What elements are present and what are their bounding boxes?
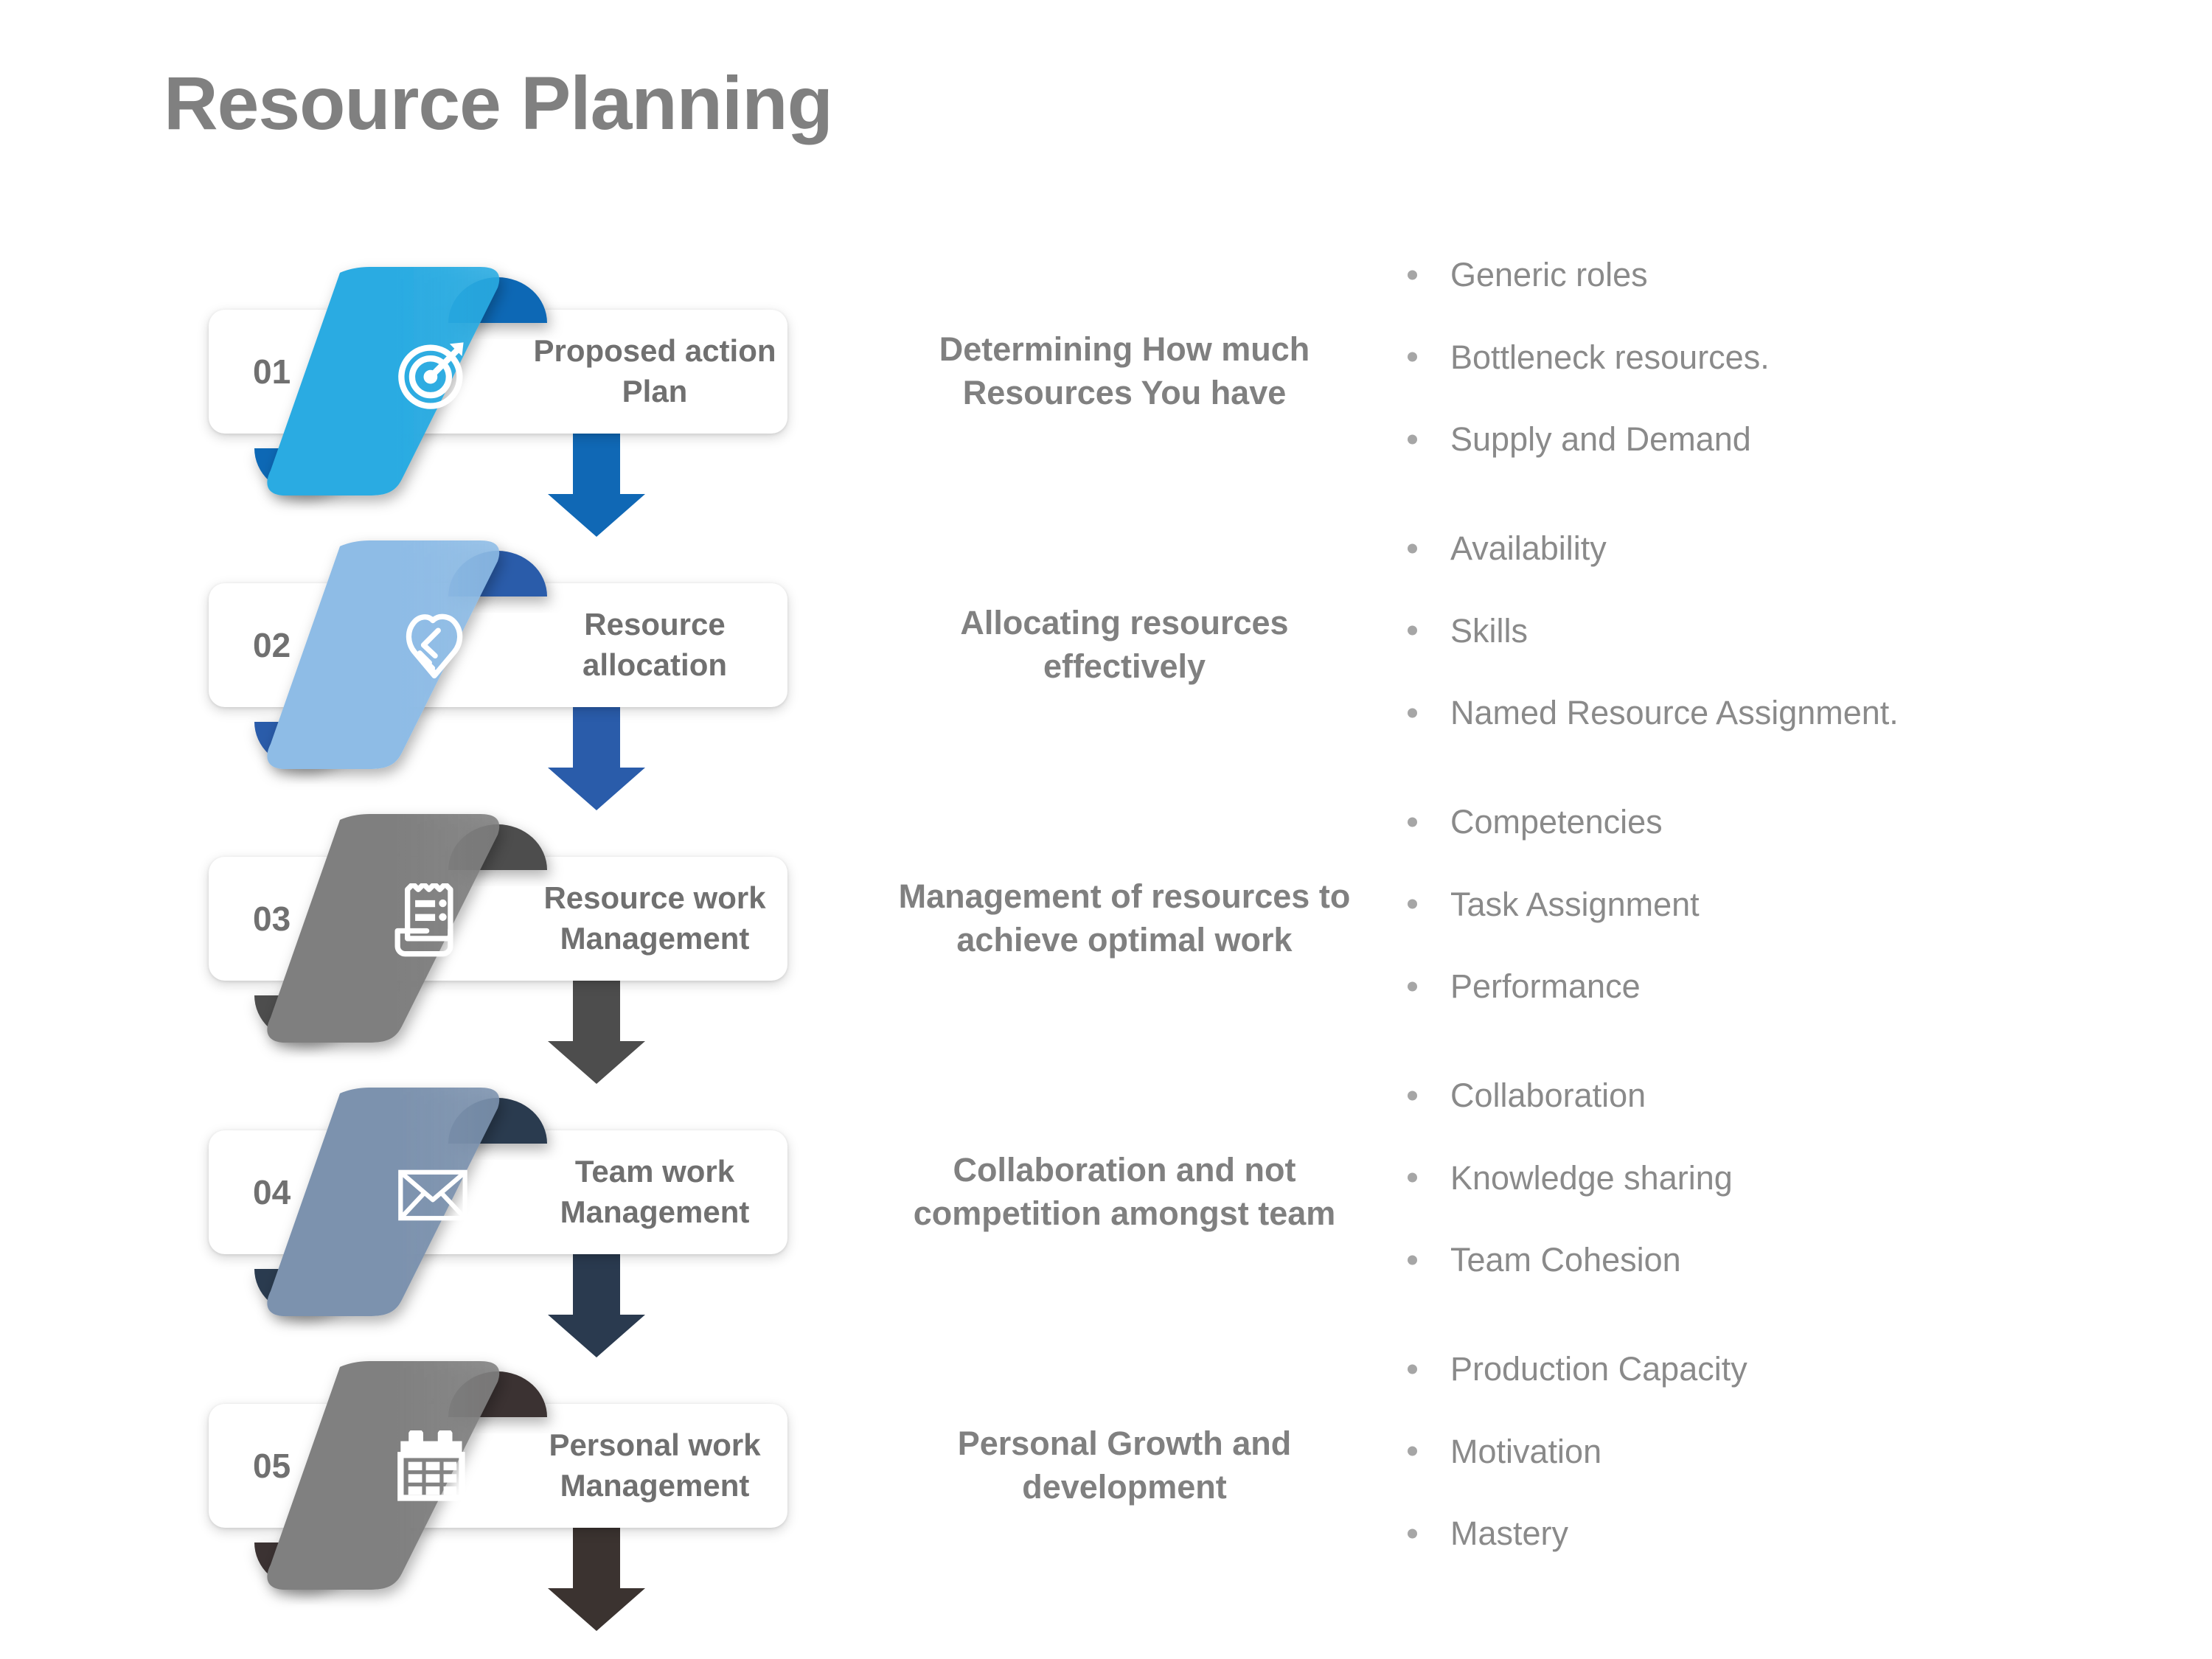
receipt-icon bbox=[394, 883, 453, 957]
bullet-item: Availability bbox=[1405, 530, 2171, 567]
calendar-icon bbox=[397, 1430, 465, 1501]
step-label: Team work Management bbox=[560, 1154, 750, 1229]
step-row: 01 Proposed action Plan Determining How m… bbox=[0, 257, 2212, 545]
step-label: Resource work Management bbox=[543, 880, 766, 956]
step-label: Personal work Management bbox=[549, 1427, 761, 1503]
bullet-item: Supply and Demand bbox=[1405, 421, 2171, 458]
bullet-dot-icon bbox=[1408, 543, 1417, 554]
step-down-arrow bbox=[544, 1525, 649, 1631]
down-arrow-icon bbox=[548, 1525, 645, 1631]
step-bullet-list: Production Capacity Motivation Mastery bbox=[1405, 1351, 2171, 1552]
step-row: 02 Resource allocation Allocating resourc… bbox=[0, 530, 2212, 818]
bullet-dot-icon bbox=[1408, 352, 1417, 362]
step-description: Collaboration and not competition amongs… bbox=[913, 1150, 1336, 1232]
bullet-dot-icon bbox=[1408, 1528, 1417, 1539]
receipt-icon bbox=[394, 883, 471, 960]
bullet-text: Competencies bbox=[1450, 803, 1663, 841]
bullet-text: Mastery bbox=[1450, 1514, 1569, 1552]
step-row: 05 Personal work Management Personal Gro… bbox=[0, 1351, 2212, 1639]
step-label: Resource allocation bbox=[582, 607, 728, 682]
bullet-item: Mastery bbox=[1405, 1515, 2171, 1552]
down-arrow-icon bbox=[548, 431, 645, 537]
page-title: Resource Planning bbox=[164, 61, 833, 145]
step-row: 04 Team work Management Collaboration and… bbox=[0, 1077, 2212, 1366]
bullet-text: Team Cohesion bbox=[1450, 1241, 1681, 1279]
step-row: 03 Resource work Management Management o… bbox=[0, 804, 2212, 1092]
step-card[interactable]: 03 Resource work Management bbox=[209, 857, 787, 981]
bullet-dot-icon bbox=[1408, 1091, 1417, 1101]
calendar-icon bbox=[394, 1430, 471, 1507]
step-description: Determining How much Resources You have bbox=[939, 330, 1310, 411]
handshake-icon bbox=[394, 610, 471, 686]
step-down-arrow bbox=[544, 978, 649, 1084]
envelope-icon bbox=[394, 1157, 471, 1234]
bullet-text: Motivation bbox=[1450, 1432, 1602, 1470]
bullet-dot-icon bbox=[1408, 1172, 1417, 1183]
down-arrow-icon bbox=[548, 978, 645, 1084]
bullet-text: Performance bbox=[1450, 967, 1641, 1005]
bullet-item: Motivation bbox=[1405, 1433, 2171, 1470]
down-arrow-icon bbox=[548, 1251, 645, 1357]
bullet-item: Collaboration bbox=[1405, 1077, 2171, 1114]
step-bullet-list: Availability Skills Named Resource Assignm… bbox=[1405, 530, 2171, 731]
bullet-dot-icon bbox=[1408, 981, 1417, 992]
bullet-dot-icon bbox=[1408, 434, 1417, 445]
bullet-item: Knowledge sharing bbox=[1405, 1158, 2171, 1197]
bullet-item: Team Cohesion bbox=[1405, 1242, 2171, 1279]
bullet-dot-icon bbox=[1408, 1364, 1417, 1374]
step-bullet-list: Collaboration Knowledge sharing Team Cohes… bbox=[1405, 1077, 2171, 1279]
bullet-dot-icon bbox=[1408, 270, 1417, 280]
step-description: Personal Growth and development bbox=[957, 1424, 1292, 1506]
bullet-item: Skills bbox=[1405, 611, 2171, 650]
bullet-dot-icon bbox=[1408, 708, 1417, 718]
bullet-dot-icon bbox=[1408, 625, 1417, 636]
step-number: 05 bbox=[253, 1447, 291, 1485]
bullet-text: Bottleneck resources. bbox=[1450, 338, 1770, 376]
bullet-dot-icon bbox=[1408, 817, 1417, 827]
bullet-text: Availability bbox=[1450, 529, 1607, 567]
step-card[interactable]: 05 Personal work Management bbox=[209, 1404, 787, 1528]
step-bullet-list: Generic roles Bottleneck resources. Supply… bbox=[1405, 257, 2171, 458]
down-arrow-icon bbox=[548, 704, 645, 810]
step-description: Allocating resources effectively bbox=[960, 603, 1289, 685]
bullet-item: Generic roles bbox=[1405, 257, 2171, 293]
bullet-text: Task Assignment bbox=[1450, 885, 1700, 923]
handshake-icon bbox=[406, 613, 463, 679]
step-bullet-list: Competencies Task Assignment Performance bbox=[1405, 804, 2171, 1005]
bullet-text: Named Resource Assignment. bbox=[1450, 694, 1899, 731]
step-card[interactable]: 04 Team work Management bbox=[209, 1130, 787, 1254]
step-number: 04 bbox=[253, 1173, 291, 1211]
bullet-dot-icon bbox=[1408, 899, 1417, 909]
bullet-dot-icon bbox=[1408, 1255, 1417, 1265]
bullet-item: Task Assignment bbox=[1405, 886, 2171, 923]
bullet-text: Generic roles bbox=[1450, 256, 1648, 293]
bullet-text: Supply and Demand bbox=[1450, 420, 1751, 458]
target-icon bbox=[398, 342, 464, 409]
bullet-item: Bottleneck resources. bbox=[1405, 338, 2171, 376]
bullet-text: Collaboration bbox=[1450, 1077, 1646, 1114]
step-down-arrow bbox=[544, 1251, 649, 1357]
target-icon bbox=[394, 336, 471, 413]
step-card[interactable]: 02 Resource allocation bbox=[209, 583, 787, 707]
step-down-arrow bbox=[544, 431, 649, 537]
step-number: 01 bbox=[253, 352, 291, 391]
step-number: 02 bbox=[253, 626, 291, 664]
bullet-text: Skills bbox=[1450, 611, 1528, 650]
bullet-text: Knowledge sharing bbox=[1450, 1158, 1733, 1197]
bullet-dot-icon bbox=[1408, 1446, 1417, 1456]
slide-canvas: Resource Planning 01 Proposed action Plan bbox=[0, 0, 2212, 1659]
bullet-text: Production Capacity bbox=[1450, 1350, 1747, 1388]
bullet-item: Performance bbox=[1405, 968, 2171, 1005]
bullet-item: Named Resource Assignment. bbox=[1405, 695, 2171, 731]
step-description: Management of resources to achieve optim… bbox=[898, 877, 1351, 959]
step-label: Proposed action Plan bbox=[533, 333, 776, 408]
step-card[interactable]: 01 Proposed action Plan bbox=[209, 310, 787, 434]
envelope-icon bbox=[398, 1169, 467, 1221]
step-number: 03 bbox=[253, 900, 291, 938]
step-down-arrow bbox=[544, 704, 649, 810]
bullet-item: Competencies bbox=[1405, 804, 2171, 841]
bullet-item: Production Capacity bbox=[1405, 1351, 2171, 1388]
